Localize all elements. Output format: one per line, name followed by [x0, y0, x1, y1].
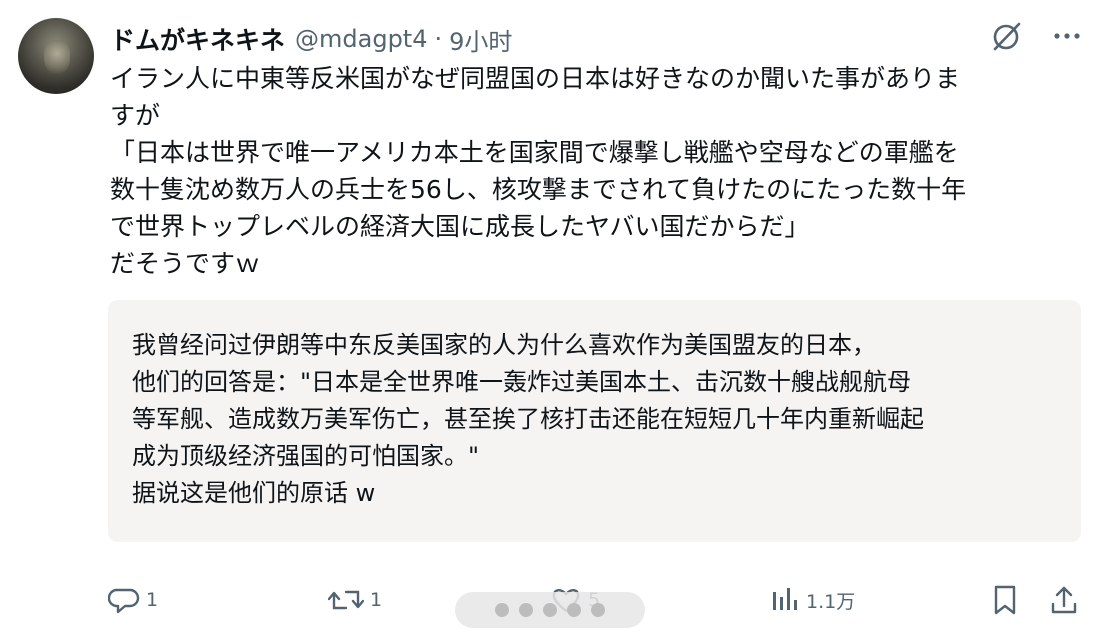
watermark-dot [591, 603, 605, 617]
tweet-header: ドムがキネキネ @mdagpt4 · 9小时 [110, 20, 512, 58]
more-icon[interactable] [1051, 20, 1083, 52]
timestamp[interactable]: 9小时 [449, 22, 512, 57]
reply-button[interactable]: 1 [108, 584, 158, 616]
grok-icon[interactable] [991, 20, 1023, 52]
watermark-dot [543, 603, 557, 617]
watermark-dot [519, 603, 533, 617]
bookmark-icon [990, 584, 1020, 616]
views-button[interactable]: 1.1万 [770, 584, 855, 616]
translation-text: 我曾经问过伊朗等中东反美国家的人为什么喜欢作为美国盟友的日本， 他们的回答是："… [132, 331, 924, 507]
avatar[interactable] [18, 18, 94, 94]
retweet-icon [328, 584, 364, 616]
watermark-dot [495, 603, 509, 617]
reply-icon [108, 584, 140, 616]
share-icon [1048, 584, 1080, 616]
retweet-button[interactable]: 1 [328, 584, 382, 616]
user-handle[interactable]: @mdagpt4 [295, 25, 427, 53]
display-name[interactable]: ドムがキネキネ [110, 21, 285, 57]
watermark [455, 592, 645, 628]
bookmark-button[interactable] [990, 584, 1020, 616]
views-count: 1.1万 [806, 590, 856, 613]
retweet-count: 1 [370, 589, 383, 611]
translation-box: 我曾经问过伊朗等中东反美国家的人为什么喜欢作为美国盟友的日本， 他们的回答是："… [108, 300, 1081, 542]
reply-count: 1 [146, 589, 159, 611]
share-button[interactable] [1048, 584, 1080, 616]
watermark-dot [567, 603, 581, 617]
header-actions [991, 20, 1083, 52]
views-icon [770, 584, 800, 616]
separator-dot: · [434, 25, 443, 53]
tweet-text: イラン人に中東等反米国がなぜ同盟国の日本は好きなのか聞いた事がありま すが 「日… [110, 64, 967, 278]
